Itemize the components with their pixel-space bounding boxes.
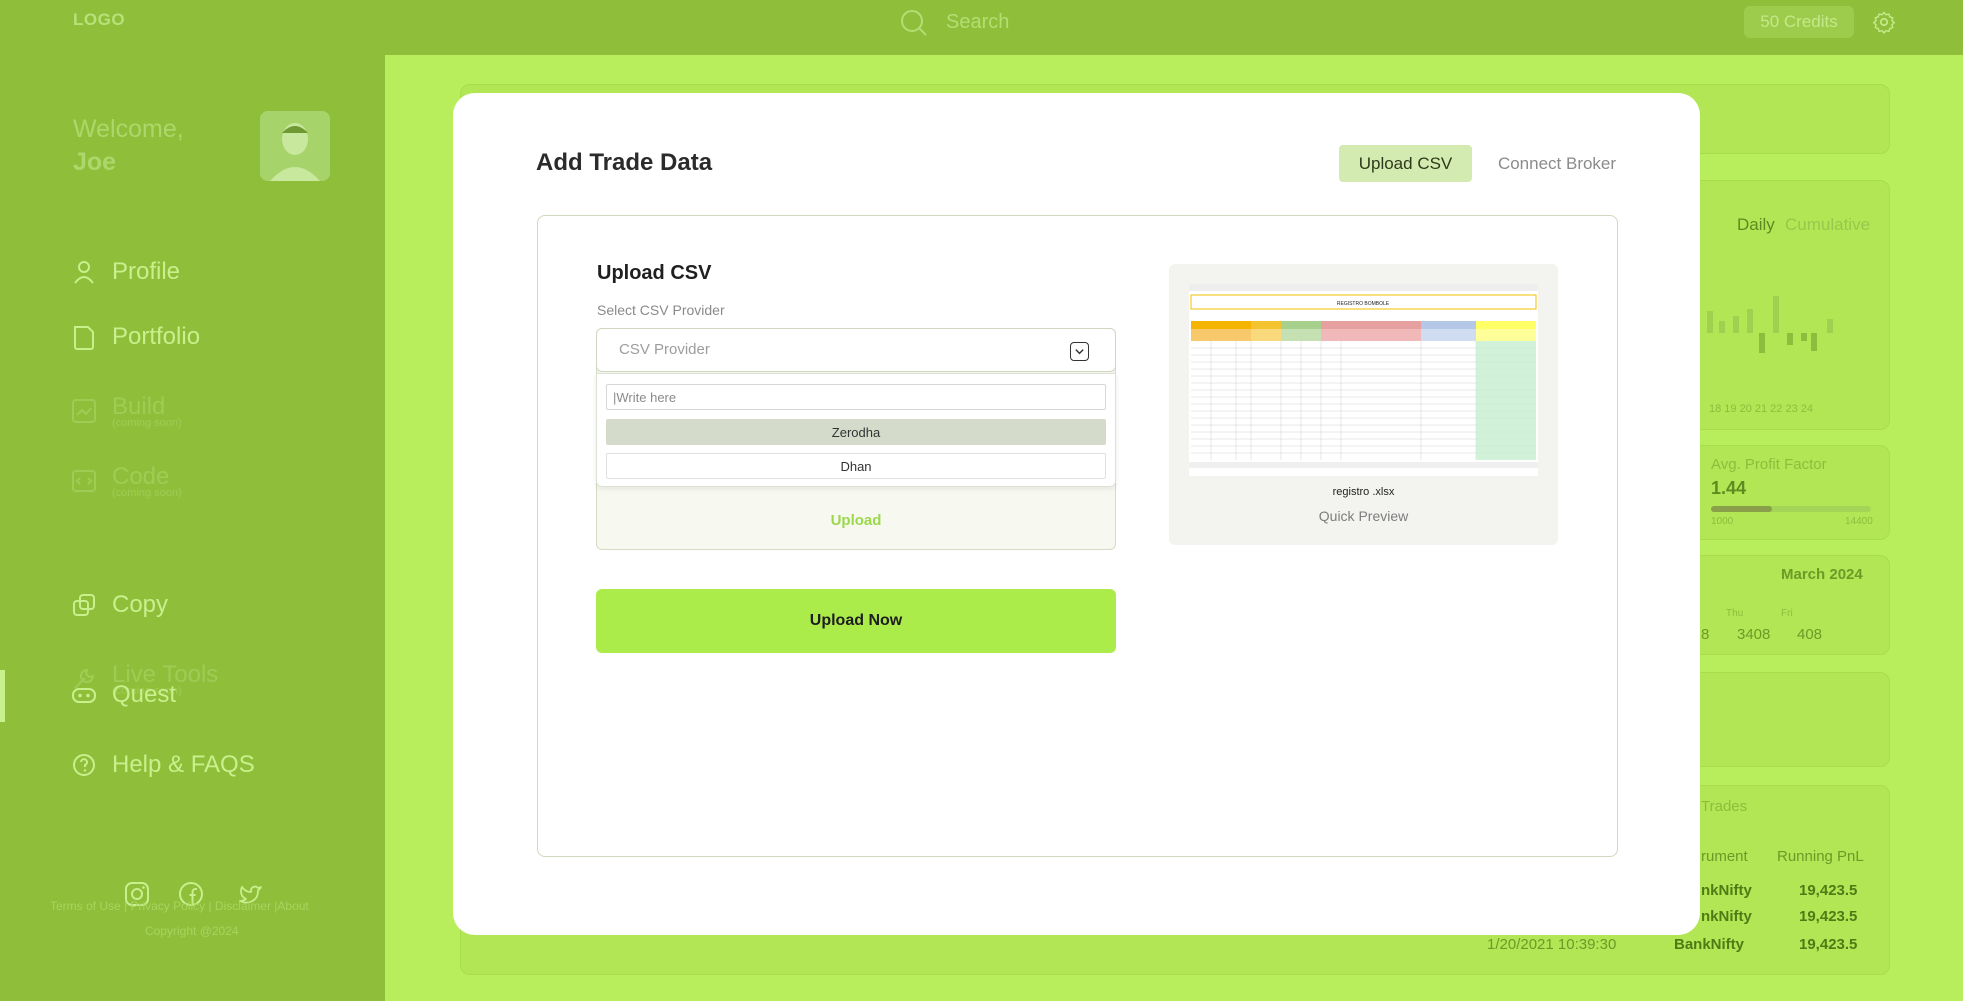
upload-heading: Upload CSV bbox=[597, 262, 712, 284]
avatar-image bbox=[260, 111, 330, 181]
trades-title: Trades bbox=[1701, 798, 1748, 815]
preview-file-name: registro .xlsx bbox=[1332, 486, 1395, 498]
calendar-value-thu: 3408 bbox=[1737, 626, 1771, 643]
profit-factor-bar bbox=[1711, 506, 1871, 512]
chart-icon bbox=[72, 399, 96, 423]
select-provider-label: Select CSV Provider bbox=[597, 302, 725, 318]
range-max: 14400 bbox=[1845, 516, 1873, 527]
provider-dropdown: Zerodha Dhan bbox=[596, 373, 1116, 487]
avg-profit-factor-label: Avg. Profit Factor bbox=[1711, 456, 1827, 473]
help-icon bbox=[73, 754, 95, 776]
sidebar-item-quest[interactable]: Quest bbox=[70, 681, 176, 709]
sidebar-item-portfolio[interactable]: Portfolio bbox=[70, 323, 200, 351]
upload-now-button[interactable]: Upload Now bbox=[596, 589, 1116, 653]
csv-provider-select[interactable]: CSV Provider bbox=[596, 328, 1116, 372]
modal-title: Add Trade Data bbox=[536, 149, 713, 176]
day-thu: Thu bbox=[1726, 608, 1744, 619]
top-bar: LOGO 50 Credits bbox=[0, 0, 1963, 55]
calendar-value-partial: 8 bbox=[1701, 626, 1710, 643]
col-instrument: rument bbox=[1701, 848, 1748, 865]
sidebar-item-label: Help & FAQS bbox=[112, 751, 255, 778]
avatar[interactable] bbox=[260, 111, 330, 181]
avg-profit-factor-value: 1.44 bbox=[1711, 478, 1747, 498]
welcome-message: Welcome, Joe bbox=[73, 113, 184, 179]
chart-x-ticks: 18 19 20 21 22 23 24 bbox=[1709, 403, 1813, 415]
col-running-pnl: Running PnL bbox=[1777, 848, 1864, 865]
trade-row-3-date: 1/20/2021 10:39:30 bbox=[1487, 936, 1617, 953]
trade-row-3-pnl: 19,423.5 bbox=[1799, 936, 1858, 953]
quick-preview-label: Quick Preview bbox=[1318, 508, 1409, 524]
quick-preview-card: REGISTRO BOMBOLE registro .xlsx Quick Pr… bbox=[1169, 264, 1558, 545]
copy-icon bbox=[73, 594, 95, 616]
chevron-down-icon[interactable] bbox=[1070, 342, 1089, 361]
trade-row-1-instrument: nkNifty bbox=[1701, 882, 1752, 899]
add-trade-data-modal: Add Trade Data Upload CSV Connect Broker… bbox=[453, 93, 1700, 935]
sidebar-item-label: Copy bbox=[112, 591, 169, 618]
upload-link[interactable]: Upload bbox=[597, 512, 1115, 529]
sidebar-item-copy[interactable]: Copy bbox=[70, 591, 168, 619]
coming-soon-label: (coming soon) bbox=[112, 487, 182, 499]
credits-button[interactable]: 50 Credits bbox=[1744, 6, 1854, 38]
coming-soon-label: (coming soon) bbox=[112, 417, 182, 429]
sidebar-item-label: Portfolio bbox=[112, 323, 201, 350]
footer-links[interactable]: Terms of Use | Privacy Policy | Disclaim… bbox=[50, 899, 309, 913]
trade-row-3-instrument: BankNifty bbox=[1674, 936, 1745, 953]
active-nav-indicator bbox=[0, 670, 5, 722]
range-min: 1000 bbox=[1711, 516, 1734, 527]
sidebar-item-label: Build bbox=[112, 393, 166, 420]
copyright: Copyright @2024 bbox=[145, 924, 239, 938]
sidebar: Welcome, Joe Profile Portfolio Build (com… bbox=[0, 55, 385, 1001]
provider-placeholder: CSV Provider bbox=[619, 341, 710, 358]
gamepad-icon bbox=[72, 688, 96, 703]
sidebar-item-code[interactable]: Code (coming soon) bbox=[70, 463, 182, 499]
spreadsheet-preview-image: REGISTRO BOMBOLE bbox=[1189, 284, 1538, 476]
tab-connect-broker[interactable]: Connect Broker bbox=[1487, 145, 1627, 182]
welcome-label: Welcome, bbox=[73, 115, 184, 143]
user-name: Joe bbox=[73, 148, 117, 176]
trade-row-1-pnl: 19,423.5 bbox=[1799, 882, 1858, 899]
provider-search-input[interactable] bbox=[606, 384, 1106, 410]
upload-panel: Upload CSV Select CSV Provider Upload CS… bbox=[537, 215, 1618, 857]
calendar-value-fri: 408 bbox=[1797, 626, 1823, 643]
gear-icon[interactable] bbox=[1872, 10, 1896, 34]
trade-row-2-instrument: nkNifty bbox=[1701, 908, 1752, 925]
provider-option-dhan[interactable]: Dhan bbox=[606, 453, 1106, 479]
sidebar-item-label: Code bbox=[112, 463, 170, 490]
trade-row-2-pnl: 19,423.5 bbox=[1799, 908, 1858, 925]
document-icon bbox=[74, 326, 94, 350]
sidebar-item-profile[interactable]: Profile bbox=[70, 258, 180, 286]
calendar-month: March 2024 bbox=[1781, 566, 1863, 583]
day-fri: Fri bbox=[1781, 608, 1793, 619]
sheet-title: REGISTRO BOMBOLE bbox=[1337, 301, 1390, 307]
sidebar-item-build[interactable]: Build (coming soon) bbox=[70, 393, 182, 429]
tab-upload-csv[interactable]: Upload CSV bbox=[1339, 145, 1472, 182]
sidebar-item-label: Profile bbox=[112, 258, 181, 285]
provider-option-zerodha[interactable]: Zerodha bbox=[606, 419, 1106, 445]
search-icon[interactable] bbox=[899, 8, 929, 38]
daily-toggle[interactable]: Daily bbox=[1737, 215, 1775, 235]
code-icon bbox=[72, 470, 96, 492]
sidebar-item-help[interactable]: Help & FAQS bbox=[70, 751, 255, 779]
cumulative-toggle[interactable]: Cumulative bbox=[1785, 215, 1870, 235]
pnl-bars bbox=[1693, 296, 1833, 353]
search-input[interactable] bbox=[946, 8, 1246, 36]
user-icon bbox=[74, 261, 94, 284]
sidebar-item-label: Quest bbox=[112, 681, 177, 708]
logo[interactable]: LOGO bbox=[73, 10, 125, 30]
